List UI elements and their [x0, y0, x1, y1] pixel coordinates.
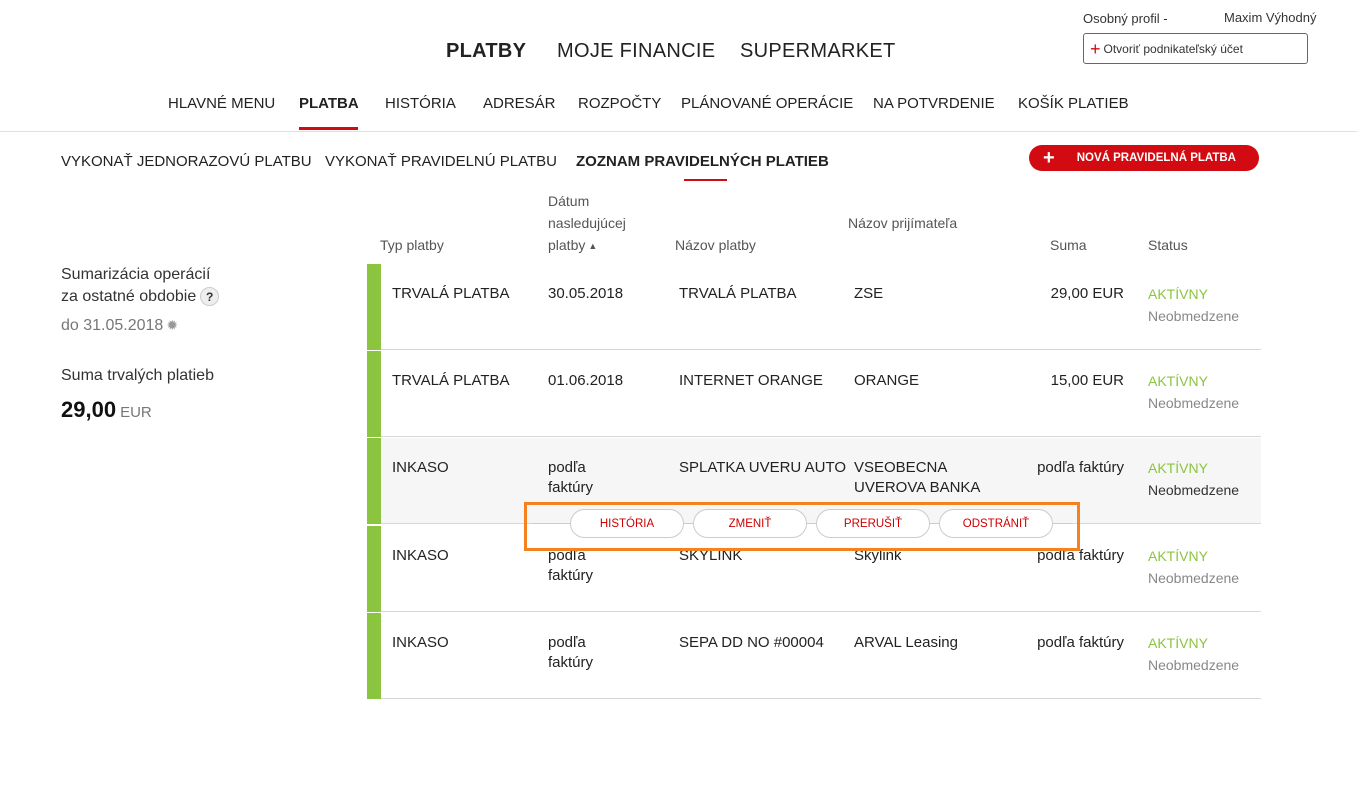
profile-label[interactable]: Osobný profil -	[1083, 11, 1168, 26]
profile-area: Osobný profil - Maxim Výhodný + Otvoriť …	[1083, 10, 1343, 64]
cell-amount: 29,00 EUR	[1050, 285, 1124, 302]
header-next-date-line2: nasledujúcej	[548, 215, 626, 231]
cell-status: AKTÍVNY Neobmedzene	[1148, 286, 1240, 324]
profile-line: Osobný profil - Maxim Výhodný	[1083, 10, 1343, 28]
plus-icon: +	[1043, 147, 1055, 169]
sub-nav-rozpocty[interactable]: ROZPOČTY	[578, 95, 661, 112]
row-status-bar	[367, 351, 381, 437]
sub-nav-na-potvrdenie[interactable]: NA POTVRDENIE	[873, 95, 995, 112]
header-recipient[interactable]: Názov prijímateľa	[848, 212, 957, 234]
tab-regular-payments-list[interactable]: ZOZNAM PRAVIDELNÝCH PLATIEB	[576, 153, 829, 170]
cell-status: AKTÍVNY Neobmedzene	[1148, 548, 1240, 586]
tab-regular-payment[interactable]: VYKONAŤ PRAVIDELNÚ PLATBU	[325, 153, 557, 170]
header-payment-name[interactable]: Názov platby	[675, 234, 756, 256]
header-type[interactable]: Typ platby	[380, 234, 444, 256]
header-next-date-line3: platby	[548, 237, 586, 253]
header-amount[interactable]: Suma	[1050, 234, 1087, 256]
profile-name[interactable]: Maxim Výhodný	[1224, 10, 1316, 25]
cell-date: 30.05.2018	[548, 285, 624, 302]
help-icon[interactable]: ?	[200, 287, 220, 307]
cell-recipient: ARVAL Leasing	[854, 634, 958, 651]
tab-single-payment[interactable]: VYKONAŤ JEDNORAZOVÚ PLATBU	[61, 153, 312, 170]
sort-ascending-icon: ▲	[588, 241, 598, 251]
top-nav-supermarket[interactable]: SUPERMARKET	[740, 40, 896, 63]
cell-recipient: ORANGE	[854, 372, 920, 389]
header-next-date-line1: Dátum	[548, 193, 590, 209]
sum-value: 29,00 EUR	[61, 397, 351, 423]
cell-type: INKASO	[392, 459, 449, 476]
top-nav-moje-financie[interactable]: MOJE FINANCIE	[557, 40, 715, 63]
sub-nav-adresar[interactable]: ADRESÁR	[483, 95, 556, 112]
cell-payment-name: SEPA DD NO #00004	[679, 634, 824, 651]
gear-icon[interactable]: ✹	[166, 317, 178, 333]
cell-recipient: VSEOBECNA UVEROVA BANKA	[854, 459, 981, 496]
cell-date: podľa faktúry	[548, 459, 594, 496]
sub-nav-active-indicator	[299, 127, 358, 130]
cell-status: AKTÍVNY Neobmedzene	[1148, 635, 1240, 673]
cell-amount: podľa faktúry	[1037, 459, 1124, 476]
new-regular-payment-label: NOVÁ PRAVIDELNÁ PLATBA	[1076, 152, 1236, 164]
sub-nav-planovane-operacie[interactable]: PLÁNOVANÉ OPERÁCIE	[681, 95, 853, 112]
table-row[interactable]: INKASO podľa faktúry SEPA DD NO #00004 AR…	[367, 613, 1261, 699]
sub-nav: HLAVNÉ MENU PLATBA HISTÓRIA ADRESÁR ROZP…	[0, 95, 1357, 130]
sub-nav-hlavne-menu[interactable]: HLAVNÉ MENU	[168, 95, 275, 112]
top-nav-platby[interactable]: PLATBY	[446, 40, 526, 63]
sum-currency: EUR	[120, 404, 152, 421]
cell-type: INKASO	[392, 547, 449, 564]
cell-recipient: ZSE	[854, 285, 884, 302]
cell-status: AKTÍVNY Neobmedzene	[1148, 460, 1240, 498]
row-status-bar	[367, 438, 381, 524]
cell-payment-name: TRVALÁ PLATBA	[679, 285, 797, 302]
cell-type: INKASO	[392, 634, 449, 651]
cell-payment-name: SPLATKA UVERU AUTO	[679, 459, 846, 476]
cell-type: TRVALÁ PLATBA	[392, 285, 510, 302]
highlight-box	[524, 502, 1080, 551]
table-row[interactable]: TRVALÁ PLATBA 01.06.2018 INTERNET ORANGE…	[367, 351, 1261, 437]
cell-payment-name: INTERNET ORANGE	[679, 372, 823, 389]
top-nav: PLATBY MOJE FINANCIE SUPERMARKET	[0, 40, 1357, 66]
row-status-bar	[367, 264, 381, 350]
header-divider	[0, 131, 1357, 132]
sub-nav-platba[interactable]: PLATBA	[299, 95, 359, 112]
cell-amount: podľa faktúry	[1037, 634, 1124, 651]
summary-title-line1: Sumarizácia operácií	[61, 266, 211, 283]
sub-nav-historia[interactable]: HISTÓRIA	[385, 95, 456, 112]
cell-type: TRVALÁ PLATBA	[392, 372, 510, 389]
row-status-bar	[367, 613, 381, 699]
new-regular-payment-button[interactable]: + NOVÁ PRAVIDELNÁ PLATBA	[1029, 145, 1259, 171]
sum-label: Suma trvalých platieb	[61, 367, 214, 384]
header-next-date[interactable]: Dátum nasledujúcej platby ▲	[548, 190, 626, 257]
tab-active-indicator	[684, 179, 727, 181]
summary-period: do 31.05.2018 ✹	[61, 317, 351, 335]
summary-title-line2: za ostatné obdobie	[61, 288, 197, 305]
header-status[interactable]: Status	[1148, 234, 1188, 256]
summary-panel: Sumarizácia operácií za ostatné obdobie?…	[61, 264, 351, 423]
row-status-bar	[367, 526, 381, 612]
sub-nav-kosik-platieb[interactable]: KOŠÍK PLATIEB	[1018, 95, 1129, 112]
cell-date: podľa faktúry	[548, 547, 594, 584]
summary-title: Sumarizácia operácií za ostatné obdobie?	[61, 264, 351, 308]
table-row[interactable]: TRVALÁ PLATBA 30.05.2018 TRVALÁ PLATBA Z…	[367, 264, 1261, 350]
cell-date: podľa faktúry	[548, 634, 594, 671]
summary-date: do 31.05.2018	[61, 317, 164, 334]
cell-amount: 15,00 EUR	[1050, 372, 1124, 389]
cell-status: AKTÍVNY Neobmedzene	[1148, 373, 1240, 411]
sum-amount: 29,00	[61, 397, 117, 422]
cell-date: 01.06.2018	[548, 372, 624, 389]
